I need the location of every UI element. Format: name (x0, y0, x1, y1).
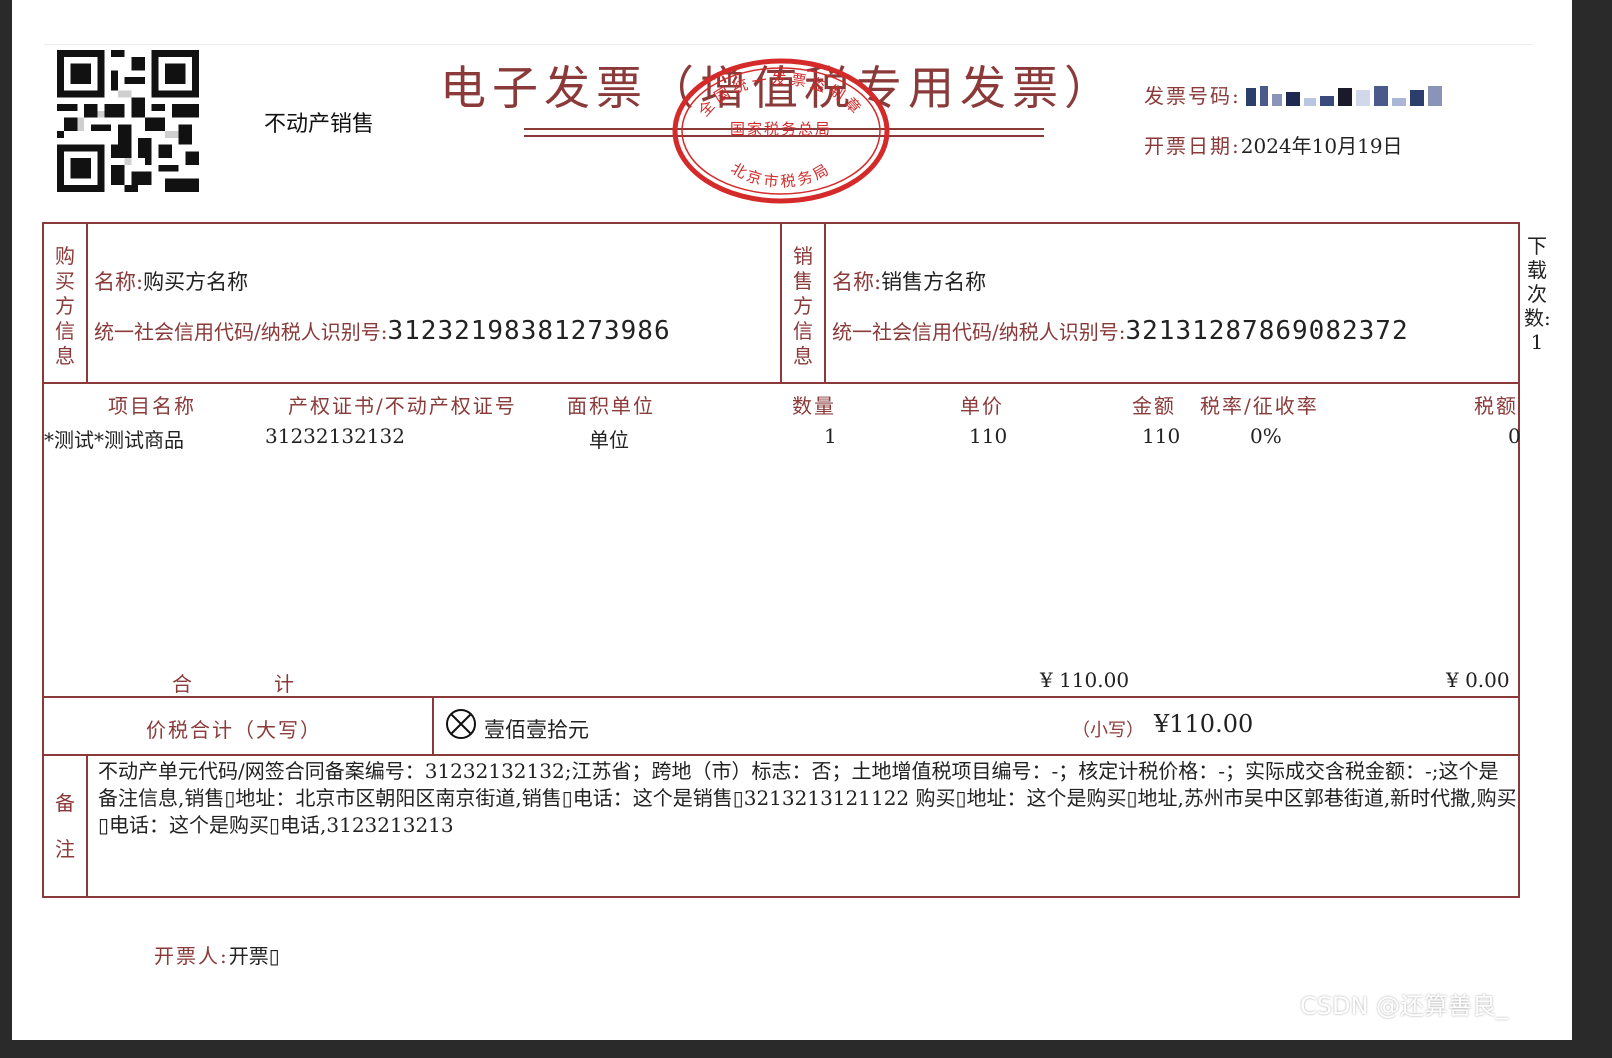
item-name: *测试*测试商品 (44, 428, 184, 452)
grand-total-upper-label: 价税合计（大写） (146, 718, 322, 742)
total-amount: ¥ 110.00 (1040, 668, 1130, 692)
seal-top-text: 全国统一发票监制章 (695, 70, 863, 120)
seller-name: 名称:销售方名称 (832, 266, 986, 296)
item-quantity: 1 (824, 424, 837, 448)
item-area-unit: 单位 (589, 428, 629, 452)
divider-total (42, 754, 1520, 756)
column-header-unit-price: 单价 (960, 394, 1004, 418)
remarks-label: 备注 (55, 791, 75, 861)
seller-name-value: 销售方名称 (881, 270, 987, 294)
column-header-amount: 金额 (1132, 394, 1176, 418)
seller-tax-id: 统一社会信用代码/纳税人识别号:32131287869082372 (832, 316, 1409, 346)
buyer-tax-label: 统一社会信用代码/纳税人识别号: (94, 320, 388, 344)
buyer-name-value: 购买方名称 (143, 270, 249, 294)
invoice-date-value: 2024年10月19日 (1240, 134, 1403, 158)
seal-middle-text: 国家税务总局 (730, 120, 832, 138)
divider-grand-total (432, 696, 434, 755)
total-label-he: 合 (172, 672, 192, 696)
issuer-label: 开票人: (154, 944, 229, 968)
download-count: 下载次数: 1 (1524, 234, 1551, 354)
invoice-date-label: 开票日期: (1144, 134, 1241, 158)
official-seal: 全国统一发票监制章 国家税务总局 北京市税务局 (672, 58, 890, 204)
invoice-date: 开票日期:2024年10月19日 (1144, 130, 1403, 159)
item-property-cert: 31232132132 (265, 424, 405, 448)
divider-seller-label (824, 222, 826, 383)
issuer-value: 开票▯ (228, 944, 280, 968)
divider-remarks-label (86, 754, 88, 898)
column-header-property-cert: 产权证书/不动产权证号 (288, 394, 517, 418)
grand-total-lower-label: （小写） (1072, 720, 1144, 741)
seller-section-label: 销售方信息 (793, 244, 813, 368)
buyer-section-label: 购买方信息 (55, 244, 75, 368)
column-header-area-unit: 面积单位 (567, 394, 655, 418)
top-rule (44, 44, 1534, 45)
qr-code (57, 50, 199, 192)
invoice-number-label: 发票号码: (1144, 84, 1241, 108)
csdn-watermark: CSDN @还算善良_ (1300, 992, 1509, 1020)
circle-x-icon (446, 709, 476, 739)
buyer-name-label: 名称: (94, 270, 144, 294)
invoice-number-redacted (1246, 86, 1442, 106)
column-header-tax-rate: 税率/征收率 (1200, 394, 1319, 418)
column-header-quantity: 数量 (792, 394, 836, 418)
divider-items (42, 696, 1520, 698)
item-unit-price: 110 (969, 424, 1008, 448)
buyer-tax-value: 31232198381273986 (387, 316, 671, 346)
total-label-ji: 计 (274, 672, 294, 696)
buyer-tax-id: 统一社会信用代码/纳税人识别号:31232198381273986 (94, 316, 671, 346)
grand-total-upper-value: 壹佰壹拾元 (484, 718, 589, 742)
svg-text:全国统一发票监制章: 全国统一发票监制章 (695, 70, 867, 120)
item-tax-rate: 0% (1250, 424, 1282, 448)
seller-tax-value: 32131287869082372 (1125, 316, 1409, 346)
grand-total-lower-value: ¥110.00 (1154, 710, 1254, 738)
seller-name-label: 名称: (832, 270, 882, 294)
svg-text:北京市税务局: 北京市税务局 (728, 159, 834, 191)
item-amount: 110 (1142, 424, 1181, 448)
remarks-text: 不动产单元代码/网签合同备案编号：31232132132;江苏省；跨地（市）标志… (98, 759, 1517, 837)
divider-buyer-label (86, 222, 88, 383)
seller-tax-label: 统一社会信用代码/纳税人识别号: (832, 320, 1126, 344)
invoice-category: 不动产销售 (264, 112, 375, 137)
total-tax: ¥ 0.00 (1446, 668, 1510, 692)
column-header-tax: 税额 (1474, 394, 1518, 418)
invoice-page: 不动产销售 电子发票（增值税专用发票） 全国统一发票监制章 国家税务总局 北京市… (12, 0, 1572, 1040)
buyer-name: 名称:购买方名称 (94, 266, 248, 296)
item-tax: 0 (1508, 424, 1521, 448)
issuer: 开票人:开票▯ (154, 940, 280, 969)
seal-bottom-text: 北京市税务局 (728, 159, 831, 191)
column-header-item-name: 项目名称 (108, 394, 196, 418)
divider-parties (780, 222, 782, 383)
